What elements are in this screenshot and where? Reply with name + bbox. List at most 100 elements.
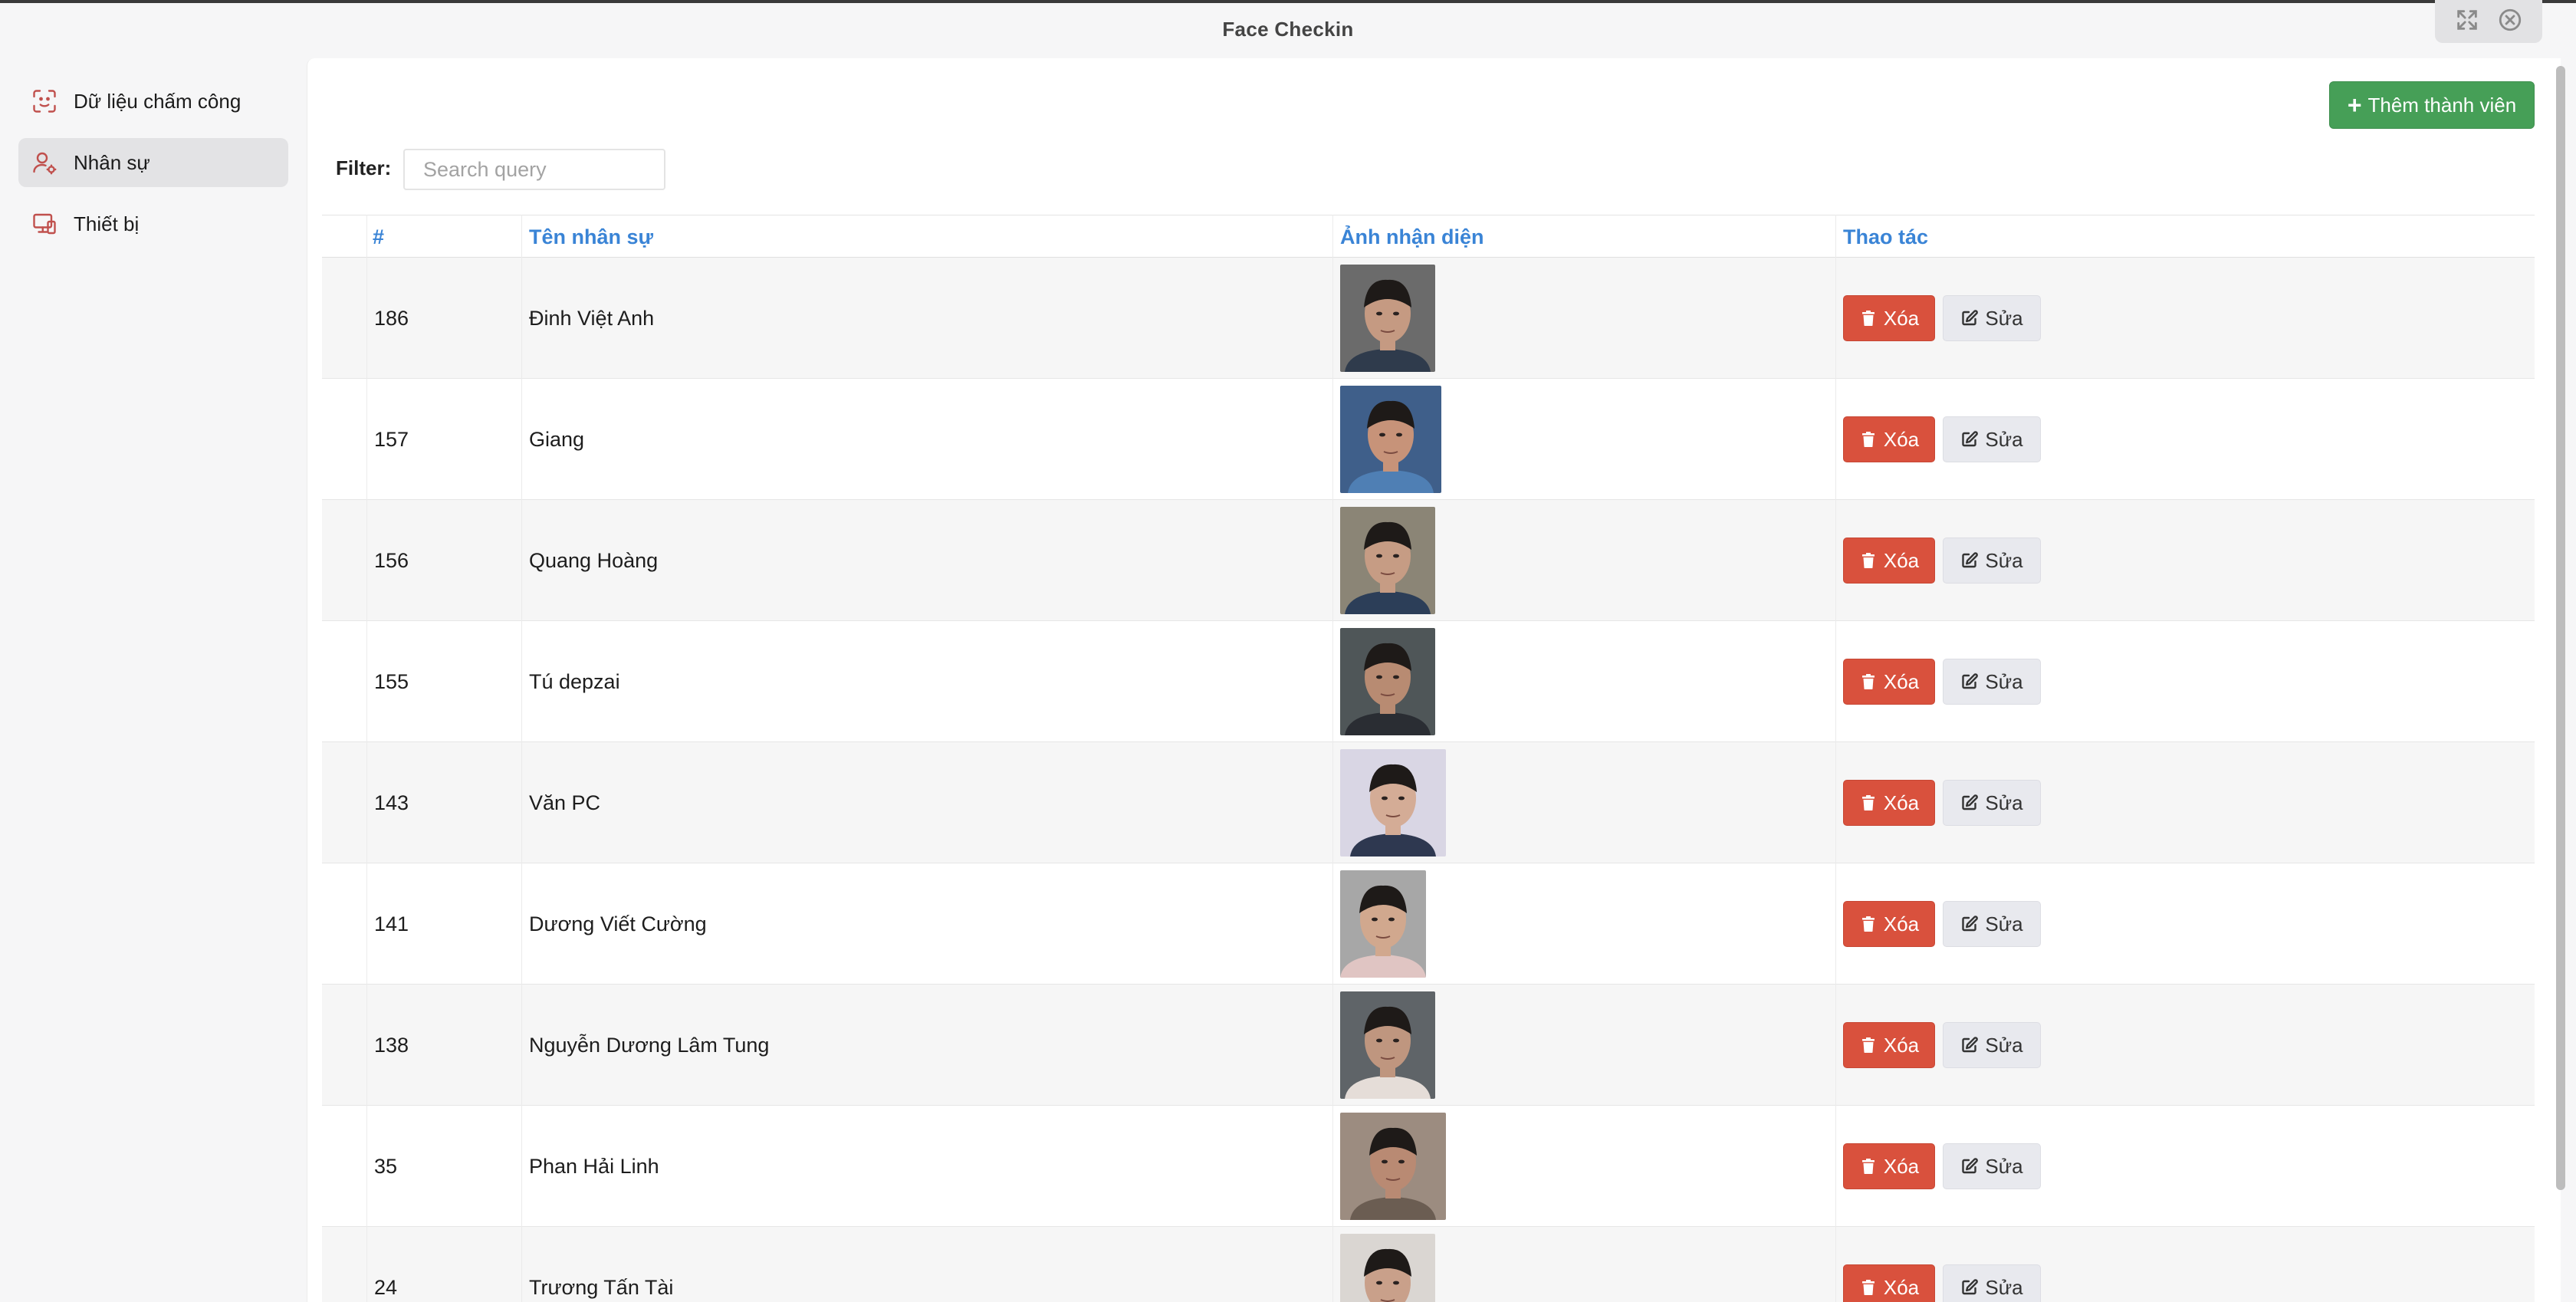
delete-label: Xóa bbox=[1883, 548, 1920, 572]
search-input[interactable] bbox=[403, 149, 665, 190]
delete-button[interactable]: Xóa bbox=[1843, 538, 1935, 584]
employee-name: Tú depzai bbox=[529, 669, 620, 693]
edit-label: Sửa bbox=[1985, 791, 2023, 814]
edit-button[interactable]: Sửa bbox=[1943, 659, 2041, 705]
scrollbar[interactable] bbox=[2556, 66, 2565, 1190]
column-divider bbox=[366, 215, 367, 1302]
sidebar-item-attendance-data[interactable]: Dữ liệu chấm công bbox=[18, 77, 288, 126]
app-window: Face Checkin Dữ liệu chấm công Nhân sự T… bbox=[0, 0, 2576, 1302]
column-divider bbox=[1835, 215, 1836, 1302]
trash-icon bbox=[1859, 794, 1878, 812]
trash-icon bbox=[1859, 915, 1878, 933]
trash-icon bbox=[1859, 1278, 1878, 1297]
employee-name: Văn PC bbox=[529, 791, 601, 814]
edit-label: Sửa bbox=[1985, 912, 2023, 935]
edit-button[interactable]: Sửa bbox=[1943, 295, 2041, 341]
face-scan-icon bbox=[31, 87, 58, 115]
delete-label: Xóa bbox=[1883, 1154, 1920, 1178]
add-member-button[interactable]: + Thêm thành viên bbox=[2329, 81, 2535, 129]
table-row: 24 Trương Tấn Tài Xóa Sửa bbox=[322, 1227, 2535, 1302]
face-photo bbox=[1340, 500, 1435, 621]
delete-label: Xóa bbox=[1883, 306, 1920, 330]
employee-id: 35 bbox=[374, 1154, 398, 1178]
edit-label: Sửa bbox=[1985, 427, 2023, 451]
trash-icon bbox=[1859, 672, 1878, 691]
edit-icon bbox=[1960, 794, 1979, 812]
window-title: Face Checkin bbox=[1222, 17, 1354, 41]
table-row: 157 Giang Xóa Sửa bbox=[322, 379, 2535, 500]
trash-icon bbox=[1859, 551, 1878, 570]
delete-label: Xóa bbox=[1883, 1275, 1920, 1299]
edit-icon bbox=[1960, 1036, 1979, 1054]
face-photo bbox=[1340, 1227, 1435, 1302]
employee-id: 143 bbox=[374, 791, 409, 814]
column-header-photo[interactable]: Ảnh nhận diện bbox=[1340, 215, 1484, 258]
face-photo bbox=[1340, 742, 1446, 863]
plus-icon: + bbox=[2347, 90, 2362, 119]
edit-icon bbox=[1960, 309, 1979, 327]
column-header-actions[interactable]: Thao tác bbox=[1843, 215, 1928, 258]
delete-label: Xóa bbox=[1883, 1033, 1920, 1057]
trash-icon bbox=[1859, 1036, 1878, 1054]
edit-icon bbox=[1960, 1157, 1979, 1175]
edit-button[interactable]: Sửa bbox=[1943, 538, 2041, 584]
employee-name: Giang bbox=[529, 427, 585, 451]
employee-id: 138 bbox=[374, 1033, 409, 1057]
sidebar-item-devices[interactable]: Thiết bị bbox=[18, 199, 288, 248]
face-photo bbox=[1340, 985, 1435, 1106]
column-divider bbox=[1332, 215, 1333, 1302]
column-header-name[interactable]: Tên nhân sự bbox=[529, 215, 653, 258]
table-row: 155 Tú depzai Xóa Sửa bbox=[322, 621, 2535, 742]
edit-label: Sửa bbox=[1985, 669, 2023, 693]
table-row: 35 Phan Hải Linh Xóa Sửa bbox=[322, 1106, 2535, 1227]
sidebar: Dữ liệu chấm công Nhân sự Thiết bị bbox=[0, 55, 307, 1302]
delete-button[interactable]: Xóa bbox=[1843, 1022, 1935, 1068]
delete-label: Xóa bbox=[1883, 669, 1920, 693]
trash-icon bbox=[1859, 309, 1878, 327]
window-controls bbox=[2435, 0, 2542, 43]
edit-button[interactable]: Sửa bbox=[1943, 1143, 2041, 1189]
column-header-id[interactable]: # bbox=[373, 215, 384, 258]
edit-label: Sửa bbox=[1985, 1033, 2023, 1057]
employee-id: 141 bbox=[374, 912, 409, 935]
sidebar-item-label: Nhân sự bbox=[74, 150, 150, 174]
employee-id: 24 bbox=[374, 1275, 398, 1299]
edit-button[interactable]: Sửa bbox=[1943, 780, 2041, 826]
delete-button[interactable]: Xóa bbox=[1843, 659, 1935, 705]
delete-button[interactable]: Xóa bbox=[1843, 1143, 1935, 1189]
edit-label: Sửa bbox=[1985, 548, 2023, 572]
sidebar-item-label: Dữ liệu chấm công bbox=[74, 89, 242, 113]
trash-icon bbox=[1859, 430, 1878, 449]
delete-button[interactable]: Xóa bbox=[1843, 295, 1935, 341]
edit-button[interactable]: Sửa bbox=[1943, 1022, 2041, 1068]
table-row: 156 Quang Hoàng Xóa Sửa bbox=[322, 500, 2535, 621]
delete-label: Xóa bbox=[1883, 912, 1920, 935]
face-photo bbox=[1340, 379, 1441, 500]
sidebar-item-personnel[interactable]: Nhân sự bbox=[18, 138, 288, 187]
expand-icon[interactable] bbox=[2454, 7, 2480, 37]
employee-name: Dương Viết Cường bbox=[529, 912, 707, 935]
close-circle-icon[interactable] bbox=[2497, 7, 2523, 37]
delete-button[interactable]: Xóa bbox=[1843, 1264, 1935, 1302]
table-row: 186 Đinh Việt Anh Xóa Sửa bbox=[322, 258, 2535, 379]
delete-button[interactable]: Xóa bbox=[1843, 901, 1935, 947]
sidebar-item-label: Thiết bị bbox=[74, 212, 140, 235]
employee-name: Quang Hoàng bbox=[529, 548, 659, 572]
user-settings-icon bbox=[31, 149, 58, 176]
title-bar: Face Checkin bbox=[0, 3, 2576, 55]
delete-button[interactable]: Xóa bbox=[1843, 416, 1935, 462]
edit-button[interactable]: Sửa bbox=[1943, 416, 2041, 462]
employee-id: 186 bbox=[374, 306, 409, 330]
devices-icon bbox=[31, 210, 58, 238]
edit-label: Sửa bbox=[1985, 1275, 2023, 1299]
employee-name: Đinh Việt Anh bbox=[529, 306, 655, 330]
employee-id: 157 bbox=[374, 427, 409, 451]
edit-button[interactable]: Sửa bbox=[1943, 901, 2041, 947]
delete-button[interactable]: Xóa bbox=[1843, 780, 1935, 826]
edit-icon bbox=[1960, 551, 1979, 570]
employee-id: 155 bbox=[374, 669, 409, 693]
edit-button[interactable]: Sửa bbox=[1943, 1264, 2041, 1302]
table-header: # Tên nhân sự Ảnh nhận diện Thao tác bbox=[322, 215, 2535, 258]
edit-icon bbox=[1960, 430, 1979, 449]
edit-icon bbox=[1960, 672, 1979, 691]
